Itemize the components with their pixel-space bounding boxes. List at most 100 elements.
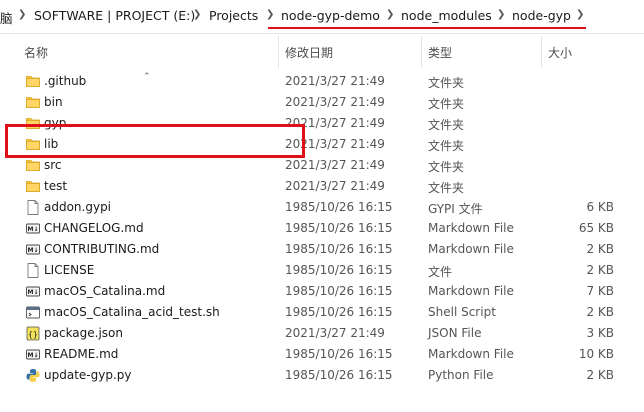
file-name: CHANGELOG.md [44, 221, 144, 235]
column-divider[interactable] [278, 36, 279, 68]
chevron-right-icon[interactable]: ❯ [386, 9, 394, 20]
file-icon [26, 200, 40, 215]
folder-icon [26, 158, 40, 173]
file-type: Markdown File [428, 242, 514, 256]
json-file-icon: {} [26, 326, 40, 341]
file-icon [26, 263, 40, 278]
file-type: 文件夹 [428, 97, 465, 111]
chevron-right-icon[interactable]: ❯ [576, 9, 584, 20]
file-size: 10 KB [578, 347, 614, 361]
column-headers: ⌃ 名称 修改日期 类型 大小 [0, 36, 644, 82]
file-type: GYPI 文件 [428, 202, 483, 216]
file-modified: 2021/3/27 21:49 [285, 74, 385, 88]
svg-text:M↓: M↓ [28, 247, 39, 254]
file-type: Markdown File [428, 221, 514, 235]
file-row[interactable]: bin 2021/3/27 21:49 文件夹 [0, 92, 644, 113]
markdown-file-icon: M↓ [26, 284, 40, 299]
file-size: 65 KB [578, 221, 614, 235]
file-name: LICENSE [44, 263, 95, 277]
column-header-size[interactable]: 大小 [548, 44, 572, 61]
svg-text:M↓: M↓ [28, 289, 39, 296]
file-modified: 2021/3/27 21:49 [285, 158, 385, 172]
file-row[interactable]: M↓ macOS_Catalina.md 1985/10/26 16:15 Markd… [0, 281, 644, 302]
file-size: 2 KB [586, 368, 614, 382]
address-bar[interactable]: 脑 ❯ SOFTWARE | PROJECT (E:) ❯ Projects ❯… [0, 0, 644, 34]
file-size: 2 KB [586, 305, 614, 319]
file-size: 7 KB [586, 284, 614, 298]
file-row[interactable]: update-gyp.py 1985/10/26 16:15 Python File… [0, 365, 644, 386]
markdown-file-icon: M↓ [26, 242, 40, 257]
chevron-right-icon[interactable]: ❯ [193, 9, 201, 20]
file-row[interactable]: LICENSE 1985/10/26 16:15 文件 2 KB [0, 260, 644, 281]
file-row[interactable]: M↓ README.md 1985/10/26 16:15 Markdown File… [0, 344, 644, 365]
file-size: 6 KB [586, 200, 614, 214]
column-divider[interactable] [421, 36, 422, 68]
chevron-right-icon[interactable]: ❯ [266, 9, 274, 20]
file-type: 文件夹 [428, 181, 465, 195]
file-size: 2 KB [586, 242, 614, 256]
python-file-icon [26, 368, 40, 383]
file-modified: 1985/10/26 16:15 [285, 242, 393, 256]
breadcrumb-projects[interactable]: Projects [209, 8, 258, 23]
file-row[interactable]: .github 2021/3/27 21:49 文件夹 [0, 71, 644, 92]
file-row[interactable]: M↓ CONTRIBUTING.md 1985/10/26 16:15 Markdow… [0, 239, 644, 260]
file-type: 文件 [428, 265, 453, 279]
file-row[interactable]: addon.gypi 1985/10/26 16:15 GYPI 文件 6 KB [0, 197, 644, 218]
chevron-right-icon[interactable]: ❯ [497, 9, 505, 20]
chevron-right-icon[interactable]: ❯ [18, 9, 26, 20]
folder-icon [26, 179, 40, 194]
file-type: 文件夹 [428, 139, 465, 153]
svg-text:{}: {} [28, 330, 38, 339]
file-size: 2 KB [586, 263, 614, 277]
file-type: Python File [428, 368, 494, 382]
file-type: 文件夹 [428, 118, 465, 132]
file-row[interactable]: macOS_Catalina_acid_test.sh 1985/10/26 16… [0, 302, 644, 323]
file-name: CONTRIBUTING.md [44, 242, 160, 256]
folder-icon [26, 74, 40, 89]
breadcrumb-node-gyp[interactable]: node-gyp [512, 8, 571, 23]
column-header-name[interactable]: 名称 [24, 44, 48, 61]
breadcrumb-node-modules[interactable]: node_modules [401, 8, 492, 23]
file-modified: 1985/10/26 16:15 [285, 221, 393, 235]
file-row[interactable]: src 2021/3/27 21:49 文件夹 [0, 155, 644, 176]
file-modified: 2021/3/27 21:49 [285, 179, 385, 193]
file-type: 文件夹 [428, 76, 465, 90]
file-name: README.md [44, 347, 119, 361]
shell-script-icon [26, 305, 40, 320]
file-modified: 2021/3/27 21:49 [285, 95, 385, 109]
column-header-modified[interactable]: 修改日期 [285, 44, 333, 61]
file-modified: 1985/10/26 16:15 [285, 200, 393, 214]
file-modified: 1985/10/26 16:15 [285, 368, 393, 382]
file-type: Markdown File [428, 284, 514, 298]
file-size: 3 KB [586, 326, 614, 340]
folder-icon [26, 95, 40, 110]
file-row[interactable]: M↓ CHANGELOG.md 1985/10/26 16:15 Markdown F… [0, 218, 644, 239]
file-name: macOS_Catalina.md [44, 284, 166, 298]
file-name: src [44, 158, 62, 172]
file-type: Shell Script [428, 305, 496, 319]
breadcrumb-clipped: 脑 [0, 11, 13, 26]
column-divider[interactable] [541, 36, 542, 68]
file-type: JSON File [428, 326, 482, 340]
file-type: 文件夹 [428, 160, 465, 174]
markdown-file-icon: M↓ [26, 347, 40, 362]
svg-text:M↓: M↓ [28, 226, 39, 233]
file-row[interactable]: test 2021/3/27 21:49 文件夹 [0, 176, 644, 197]
file-name: package.json [44, 326, 124, 340]
file-modified: 2021/3/27 21:49 [285, 326, 385, 340]
file-modified: 1985/10/26 16:15 [285, 263, 393, 277]
annotation-highlight-box [5, 124, 305, 158]
file-modified: 1985/10/26 16:15 [285, 347, 393, 361]
file-type: Markdown File [428, 347, 514, 361]
markdown-file-icon: M↓ [26, 221, 40, 236]
column-header-type[interactable]: 类型 [428, 44, 452, 61]
file-modified: 1985/10/26 16:15 [285, 284, 393, 298]
breadcrumb-drive[interactable]: SOFTWARE | PROJECT (E:) [34, 8, 195, 23]
file-name: update-gyp.py [44, 368, 132, 382]
breadcrumb-node-gyp-demo[interactable]: node-gyp-demo [281, 8, 380, 23]
file-row[interactable]: {} package.json 2021/3/27 21:49 JSON File 3 … [0, 323, 644, 344]
file-name: .github [44, 74, 87, 88]
file-name: addon.gypi [44, 200, 112, 214]
annotation-underline [268, 27, 586, 29]
file-name: bin [44, 95, 63, 109]
